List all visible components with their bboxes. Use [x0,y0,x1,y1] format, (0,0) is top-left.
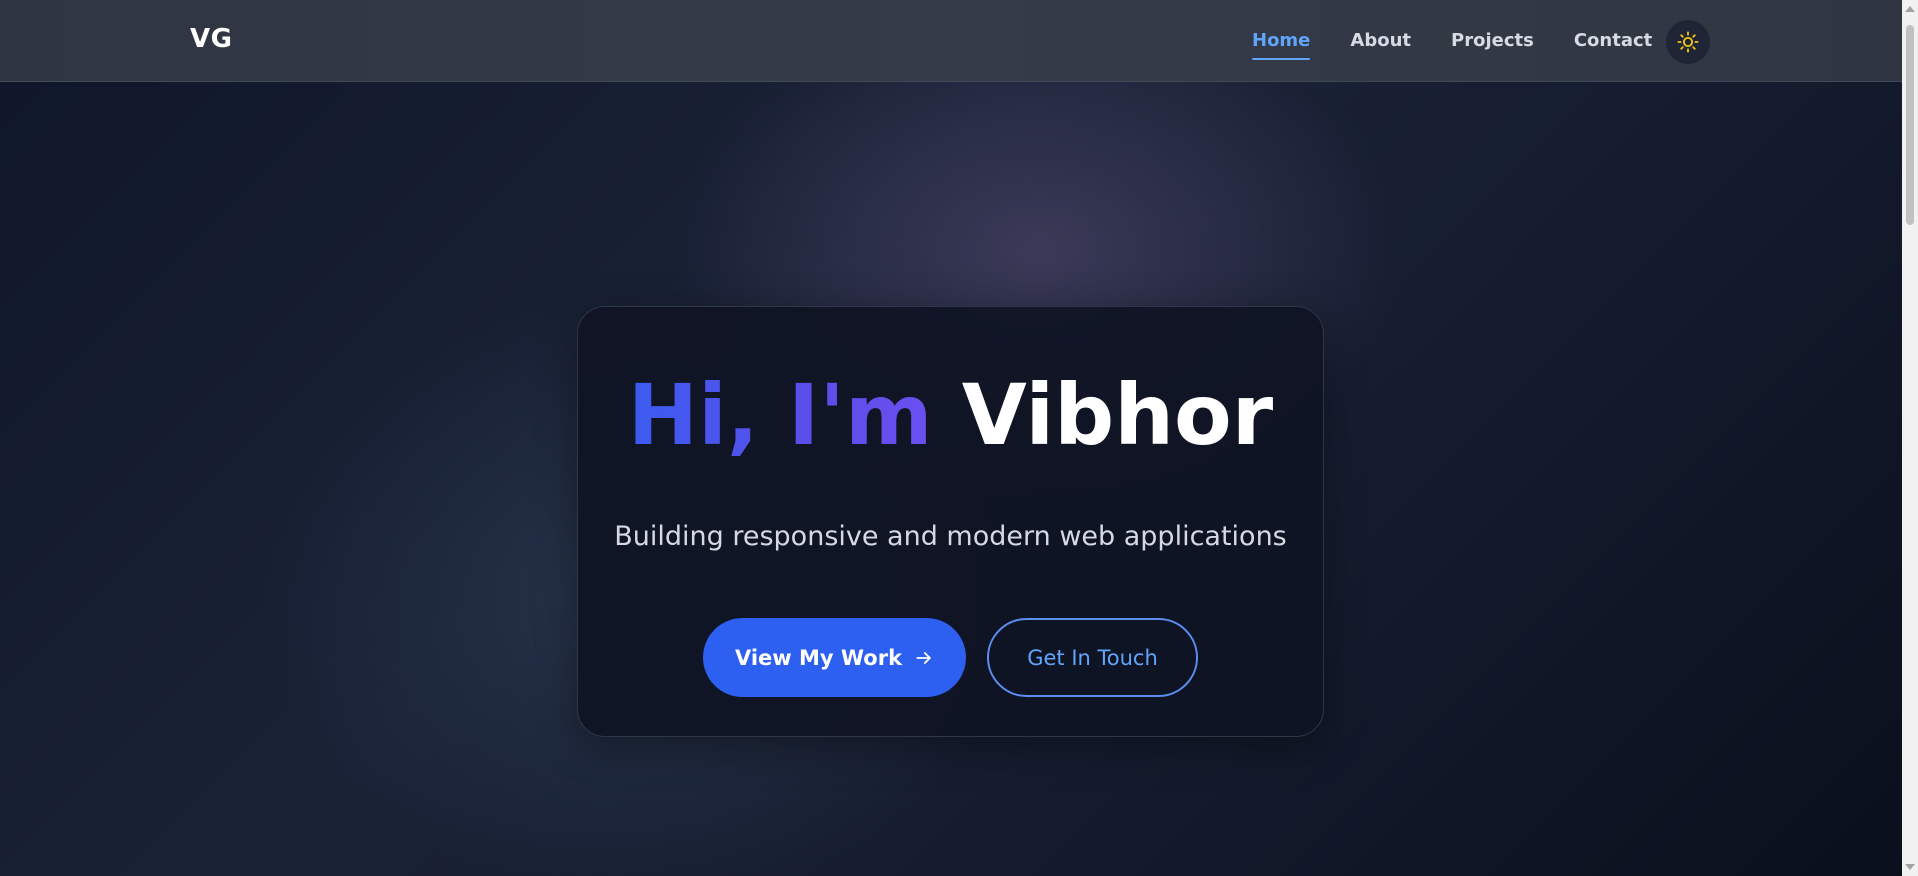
scrollbar-thumb[interactable] [1906,25,1914,225]
sun-icon [1677,31,1699,53]
nav-link-contact[interactable]: Contact [1574,30,1652,51]
scroll-up-icon[interactable] [1905,6,1915,12]
hero-subtitle: Building responsive and modern web appli… [614,521,1287,552]
navbar: VG Home About Projects Contact [0,0,1902,82]
nav-links: Home About Projects Contact [1252,30,1692,60]
get-in-touch-button[interactable]: Get In Touch [987,618,1198,697]
view-my-work-button[interactable]: View My Work [703,618,966,697]
hero-card: Hi, I'm Vibhor Building responsive and m… [577,306,1324,737]
nav-link-about[interactable]: About [1350,30,1411,51]
page: VG Home About Projects Contact Hi, I'm V… [0,0,1918,876]
hero-name: Vibhor [961,366,1274,464]
nav-link-projects[interactable]: Projects [1451,30,1534,51]
hero-greeting: Hi, I'm [627,366,933,464]
arrow-right-icon [916,651,931,664]
hero-title: Hi, I'm Vibhor [578,365,1323,465]
site-logo[interactable]: VG [190,24,232,54]
view-my-work-label: View My Work [734,645,903,670]
vertical-scrollbar[interactable] [1902,0,1918,876]
theme-toggle-button[interactable] [1666,20,1710,64]
nav-link-home[interactable]: Home [1252,30,1311,60]
scroll-down-icon[interactable] [1905,864,1915,870]
